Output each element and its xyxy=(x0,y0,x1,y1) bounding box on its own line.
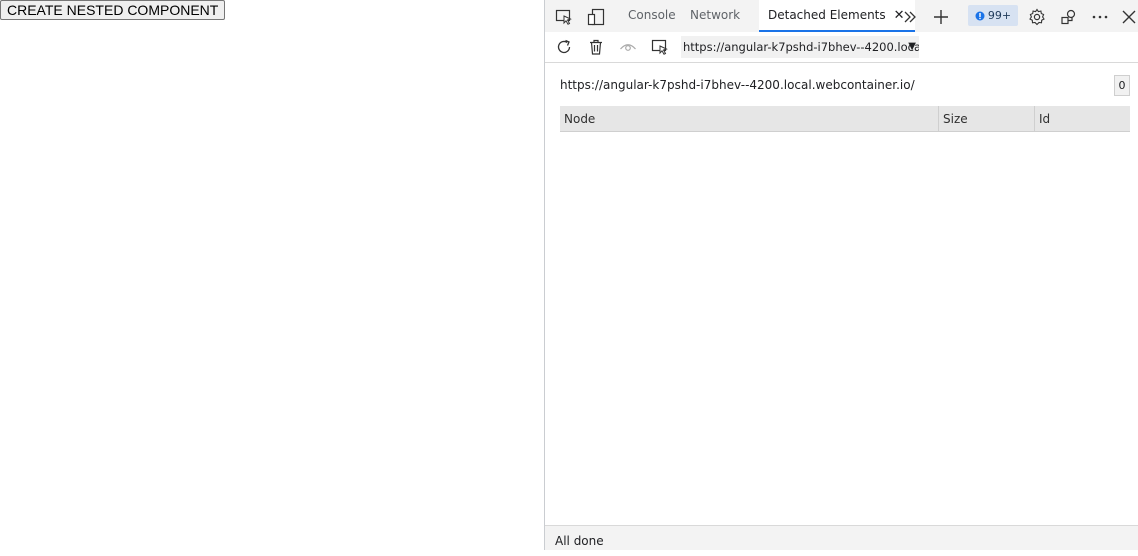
devtools-toolbar: https://angular-k7pshd-i7bhev--4200.loca… xyxy=(545,32,1138,63)
column-header-id[interactable]: Id xyxy=(1034,106,1130,132)
refresh-icon[interactable] xyxy=(553,36,575,58)
device-emulation-icon[interactable] xyxy=(585,6,607,28)
tab-detached-elements-label: Detached Elements xyxy=(768,8,886,22)
column-header-size[interactable]: Size xyxy=(938,106,1034,132)
issues-count: 99+ xyxy=(987,9,1012,22)
more-options-icon[interactable] xyxy=(1089,6,1111,28)
more-tabs-icon[interactable] xyxy=(899,6,921,28)
devtools-panel: Console Network Detached Elements✕ 99+ xyxy=(544,0,1138,550)
target-select[interactable]: https://angular-k7pshd-i7bhev--4200.loca… xyxy=(681,36,919,58)
detached-count: 0 xyxy=(1114,75,1130,96)
target-url-heading: https://angular-k7pshd-i7bhev--4200.loca… xyxy=(560,78,915,92)
chevron-down-icon: ▼ xyxy=(908,41,916,52)
tab-detached-elements[interactable]: Detached Elements ✕ xyxy=(759,0,915,32)
column-header-node[interactable]: Node xyxy=(560,106,938,132)
status-text: All done xyxy=(555,534,604,548)
add-tab-icon[interactable] xyxy=(930,6,952,28)
customize-icon[interactable] xyxy=(1058,6,1080,28)
inspect-icon[interactable] xyxy=(553,6,575,28)
delete-icon[interactable] xyxy=(585,36,607,58)
status-bar: All done xyxy=(545,525,1138,550)
close-icon[interactable] xyxy=(1118,6,1138,28)
create-nested-component-button[interactable]: CREATE NESTED COMPONENT xyxy=(0,0,226,20)
target-select-value: https://angular-k7pshd-i7bhev--4200.loca xyxy=(683,40,919,54)
devtools-tabbar: Console Network Detached Elements ✕ 99+ xyxy=(545,0,1138,33)
tab-network[interactable]: Network xyxy=(690,0,740,32)
detached-table-header: Node Size Id xyxy=(560,106,1130,132)
tab-console[interactable]: Console xyxy=(628,0,676,32)
issues-badge[interactable]: 99+ xyxy=(968,5,1018,26)
issues-icon xyxy=(975,11,985,21)
select-element-icon[interactable] xyxy=(649,36,671,58)
page-viewport: CREATE NESTED COMPONENT xyxy=(0,0,544,550)
eye-icon[interactable] xyxy=(617,36,639,58)
detached-elements-content: https://angular-k7pshd-i7bhev--4200.loca… xyxy=(545,63,1138,525)
settings-icon[interactable] xyxy=(1026,6,1048,28)
